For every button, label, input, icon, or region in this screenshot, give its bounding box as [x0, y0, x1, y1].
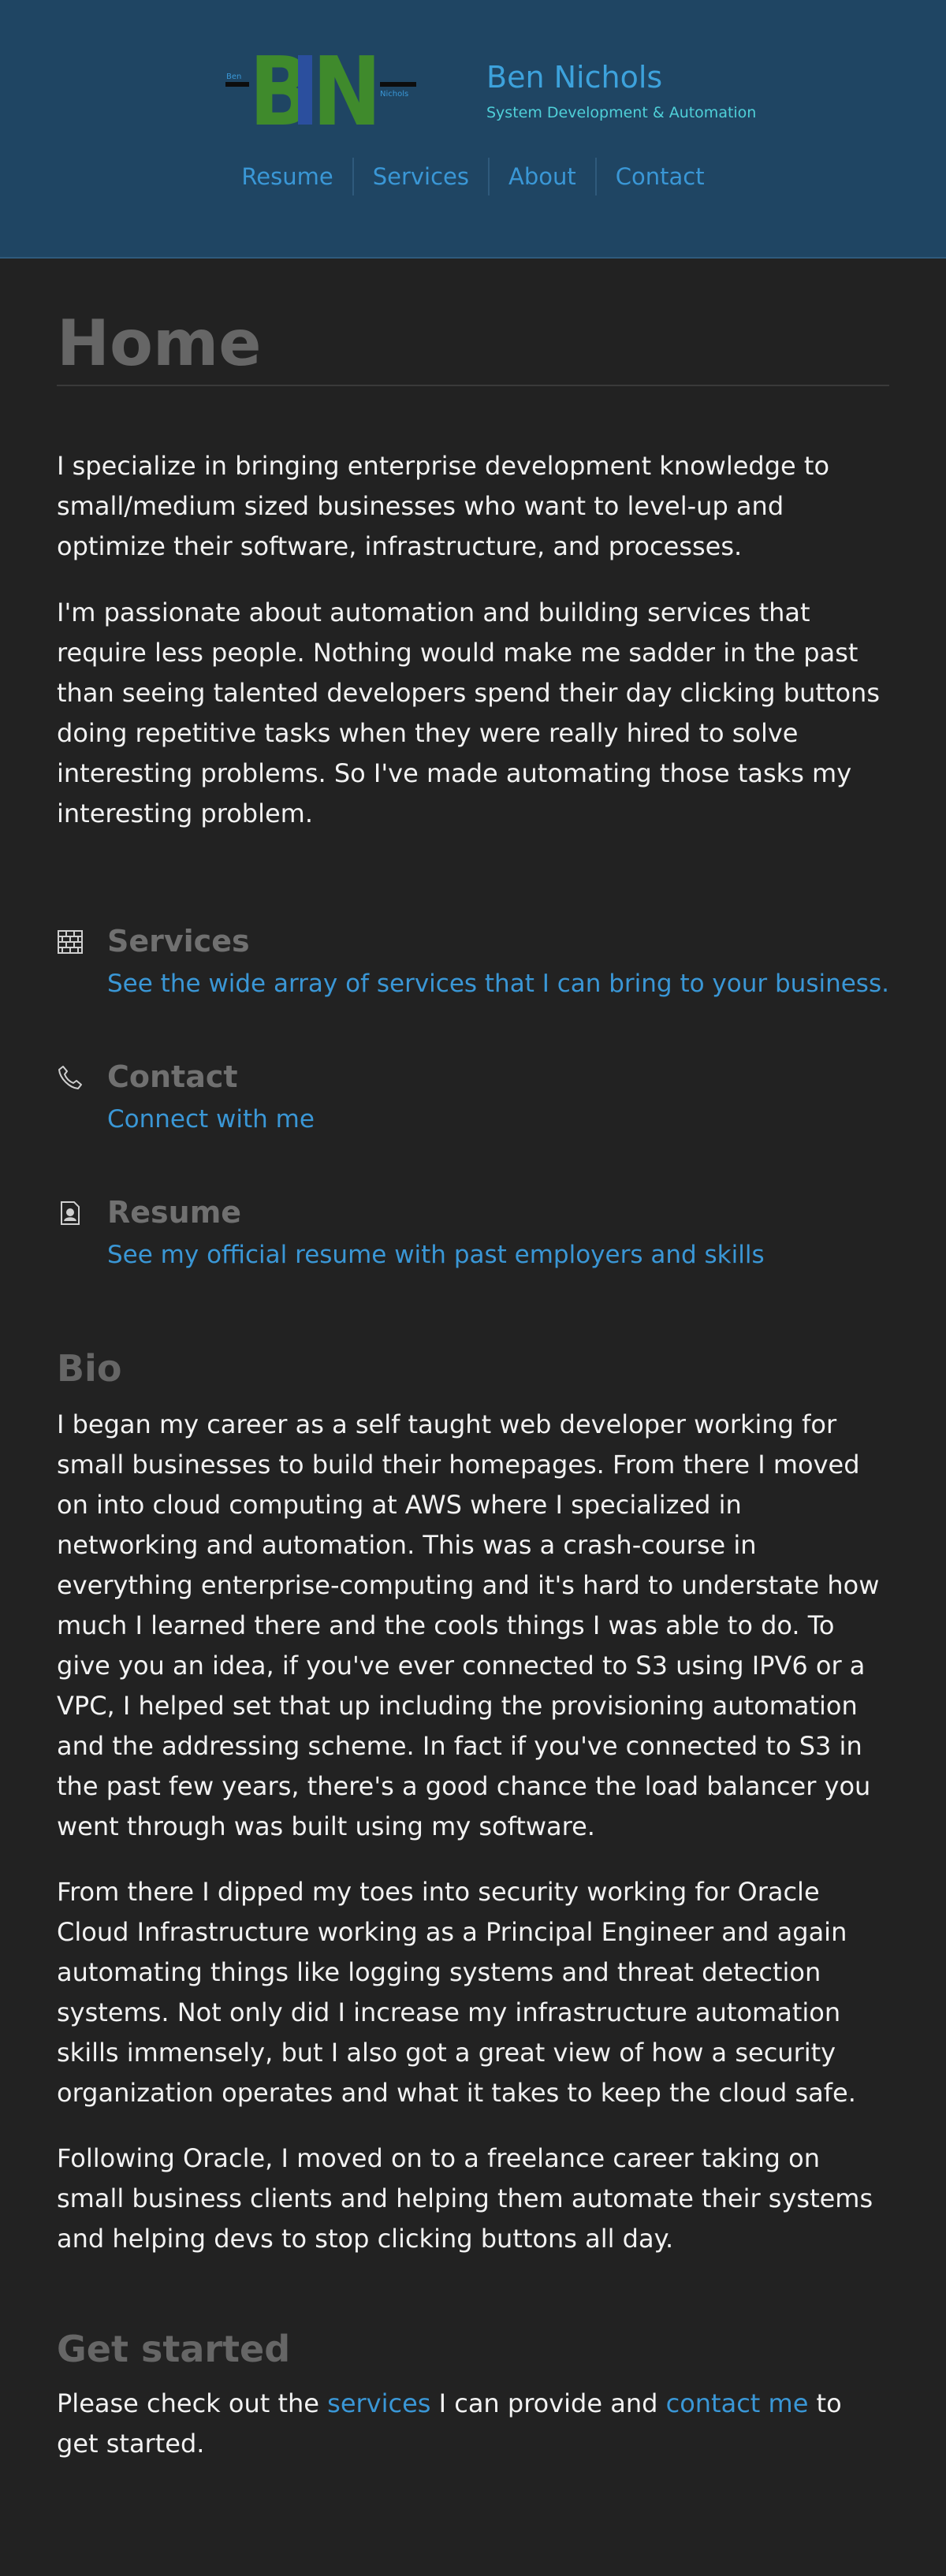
phone-icon	[58, 1066, 82, 1089]
logo-right-bar	[380, 82, 416, 87]
bio-paragraph-3: Following Oracle, I moved on to a freela…	[57, 2143, 873, 2254]
resume-badge-icon	[61, 1201, 80, 1225]
site-tagline: System Development & Automation	[486, 103, 757, 121]
logo-left-bar	[225, 82, 249, 87]
card-contact-link[interactable]: Connect with me	[107, 1100, 889, 1138]
logo-small-last: Nichols	[380, 90, 408, 99]
logo-blue-stroke	[298, 55, 312, 125]
card-services-title: Services	[107, 924, 250, 959]
card-contact-title: Contact	[107, 1059, 238, 1094]
intro-paragraph-1: I specialize in bringing enterprise deve…	[57, 451, 830, 561]
nav-about[interactable]: About	[488, 158, 595, 195]
card-contact: Contact Connect with me	[57, 1056, 889, 1138]
card-services-link[interactable]: See the wide array of services that I ca…	[107, 965, 889, 1003]
get-started-heading: Get started	[57, 2328, 291, 2370]
services-inline-link[interactable]: services	[327, 2388, 430, 2418]
nav-resume[interactable]: Resume	[222, 158, 352, 195]
brand: Ben Nichols System Development & Automat…	[486, 60, 756, 121]
feature-cards: Services See the wide array of services …	[57, 921, 889, 1274]
page-title: Home	[57, 307, 889, 386]
site-name[interactable]: Ben Nichols	[486, 60, 756, 96]
get-started-text-before: Please check out the	[57, 2388, 328, 2418]
contact-inline-link[interactable]: contact me	[666, 2388, 809, 2418]
card-resume: Resume See my official resume with past …	[57, 1192, 889, 1274]
intro-paragraph-2: I'm passionate about automation and buil…	[57, 597, 880, 828]
brick-wall-icon	[58, 930, 83, 954]
card-resume-title: Resume	[107, 1195, 242, 1230]
bio-heading: Bio	[57, 1347, 122, 1390]
get-started-text-middle: I can provide and	[430, 2388, 666, 2418]
main-content: Home I specialize in bringing enterprise…	[57, 259, 889, 2464]
logo-letters: BN	[249, 50, 382, 129]
main-nav: Resume Services About Contact	[236, 158, 710, 195]
site-logo[interactable]: Ben Nichols BN	[224, 50, 418, 129]
card-services: Services See the wide array of services …	[57, 921, 889, 1003]
get-started-text: Please check out the services I can prov…	[57, 2384, 889, 2464]
nav-contact[interactable]: Contact	[594, 158, 724, 195]
site-header: Ben Nichols BN Ben Nichols System Develo…	[0, 0, 946, 259]
bio-paragraph-2: From there I dipped my toes into securit…	[57, 1877, 856, 2108]
nav-services[interactable]: Services	[352, 158, 488, 195]
logo-small-first: Ben	[226, 73, 241, 81]
card-resume-link[interactable]: See my official resume with past employe…	[107, 1236, 889, 1274]
bio-paragraph-1: I began my career as a self taught web d…	[57, 1409, 880, 1841]
